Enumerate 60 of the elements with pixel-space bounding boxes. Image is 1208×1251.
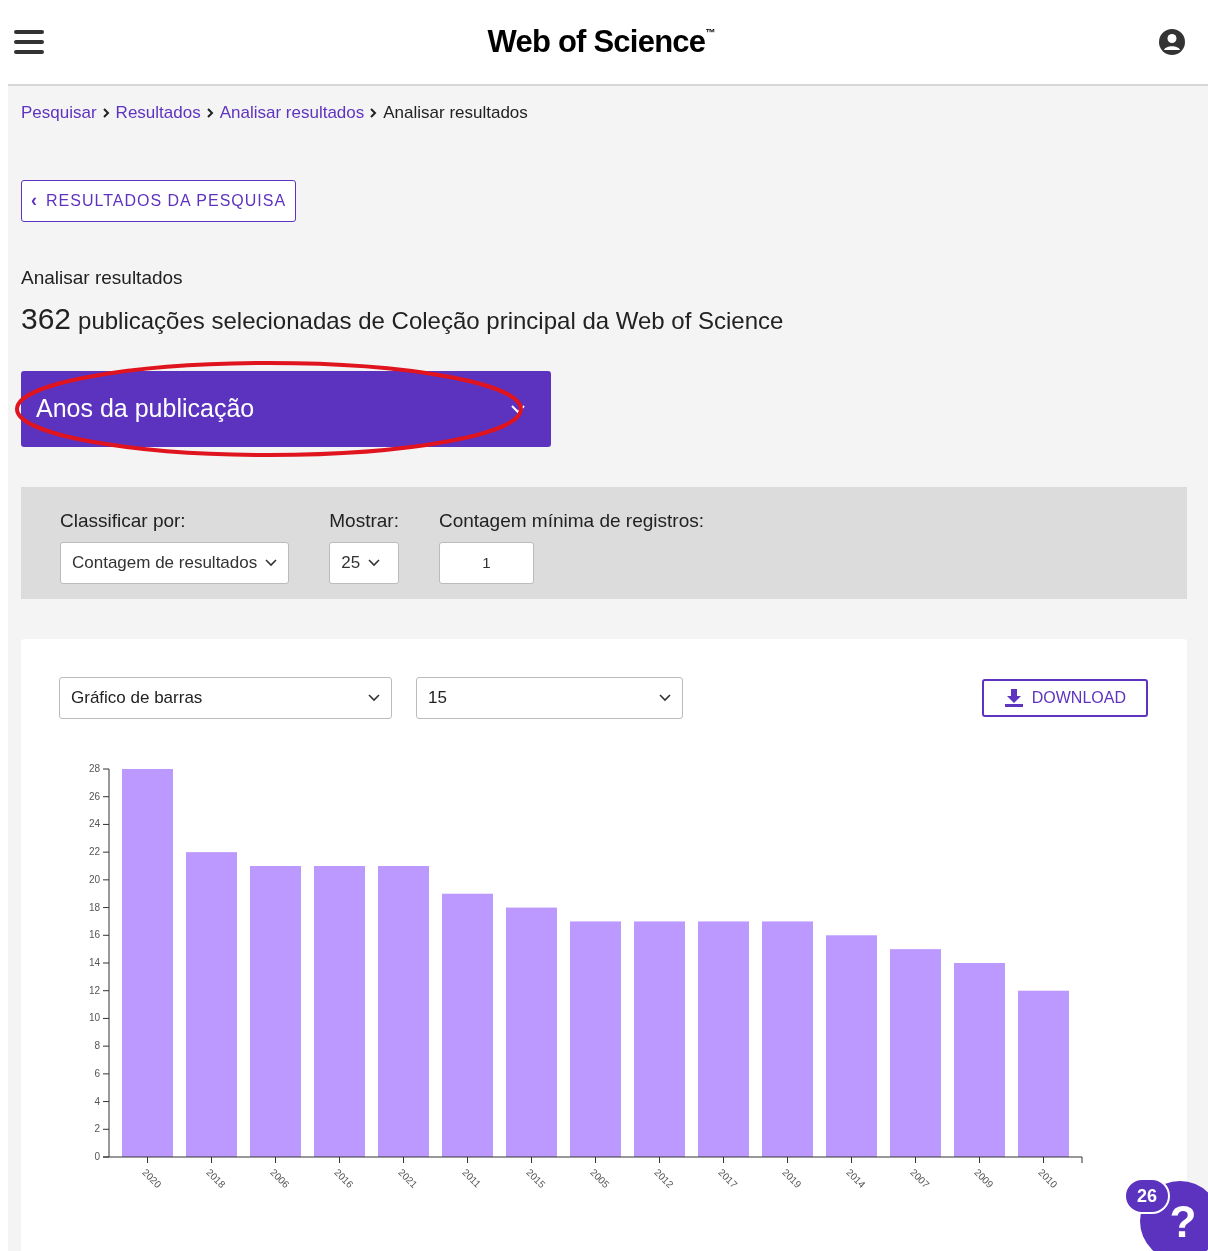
breadcrumb-current: Analisar resultados <box>383 102 528 124</box>
bar[interactable] <box>1018 990 1069 1157</box>
y-tick-label: 28 <box>88 763 100 774</box>
bar[interactable] <box>570 921 621 1157</box>
y-tick-label: 20 <box>88 873 100 885</box>
chevron-right-icon <box>370 107 378 118</box>
section-label: Analisar resultados <box>21 265 184 290</box>
bar-count-dropdown[interactable]: 15 <box>416 677 683 719</box>
bar[interactable] <box>378 866 429 1157</box>
bar[interactable] <box>314 866 365 1157</box>
bar[interactable] <box>506 907 557 1157</box>
menu-icon[interactable] <box>14 29 44 55</box>
y-tick-label: 12 <box>88 984 100 996</box>
bar[interactable] <box>250 866 301 1157</box>
y-tick-label: 22 <box>88 846 100 858</box>
chevron-down-icon <box>265 558 278 567</box>
chevron-down-icon <box>659 694 671 702</box>
chevron-right-icon <box>102 107 110 118</box>
download-icon <box>1003 688 1024 708</box>
filter-dropdown[interactable]: 25 <box>329 541 399 584</box>
user-account-icon[interactable] <box>1158 28 1186 56</box>
chevron-down-icon <box>368 558 381 567</box>
chevron-right-icon <box>206 107 214 118</box>
y-tick-label: 4 <box>94 1095 100 1107</box>
y-tick-label: 6 <box>94 1067 100 1079</box>
filter-label: Contagem mínima de registros: <box>438 509 704 533</box>
bar[interactable] <box>954 963 1005 1157</box>
bar[interactable] <box>634 921 685 1157</box>
y-tick-label: 10 <box>88 1012 100 1024</box>
bar[interactable] <box>122 769 173 1157</box>
brand-logo[interactable]: Web of Science™ <box>487 18 715 66</box>
y-tick-label: 24 <box>88 818 100 830</box>
y-tick-label: 16 <box>88 929 100 941</box>
filter-label: Classificar por: <box>60 509 187 533</box>
filter-dropdown[interactable]: Contagem de resultados <box>60 541 290 584</box>
y-tick-label: 18 <box>88 901 100 913</box>
breadcrumb-link[interactable]: Analisar resultados <box>219 100 365 126</box>
bar[interactable] <box>762 921 813 1157</box>
y-tick-label: 0 <box>94 1151 100 1162</box>
y-tick-label: 8 <box>94 1040 100 1052</box>
y-tick-label: 26 <box>88 790 100 802</box>
chart-type-dropdown[interactable]: Gráfico de barras <box>59 677 392 719</box>
chevron-down-icon <box>368 694 380 702</box>
back-to-results-button[interactable]: ‹ RESULTADOS DA PESQUISA <box>21 179 297 222</box>
bar[interactable] <box>186 852 237 1157</box>
summary-text: publicações selecionadas de Coleção principal da Web of Science <box>78 306 784 336</box>
bar[interactable] <box>826 935 877 1157</box>
field-selector-dropdown[interactable]: Anos da publicação <box>21 371 551 447</box>
bar[interactable] <box>890 949 941 1157</box>
min-count-input[interactable]: 1 <box>438 541 534 584</box>
filter-label: Mostrar: <box>329 509 399 533</box>
download-button[interactable]: DOWNLOAD <box>981 679 1148 717</box>
publication-count: 362 <box>21 301 72 337</box>
y-tick-label: 2 <box>94 1123 100 1135</box>
chevron-down-icon <box>511 404 525 414</box>
y-tick-label: 14 <box>88 957 100 968</box>
breadcrumb-link[interactable]: Resultados <box>115 100 201 126</box>
breadcrumb-link[interactable]: Pesquisar <box>21 100 97 126</box>
bar[interactable] <box>442 893 493 1157</box>
bar[interactable] <box>698 921 749 1157</box>
